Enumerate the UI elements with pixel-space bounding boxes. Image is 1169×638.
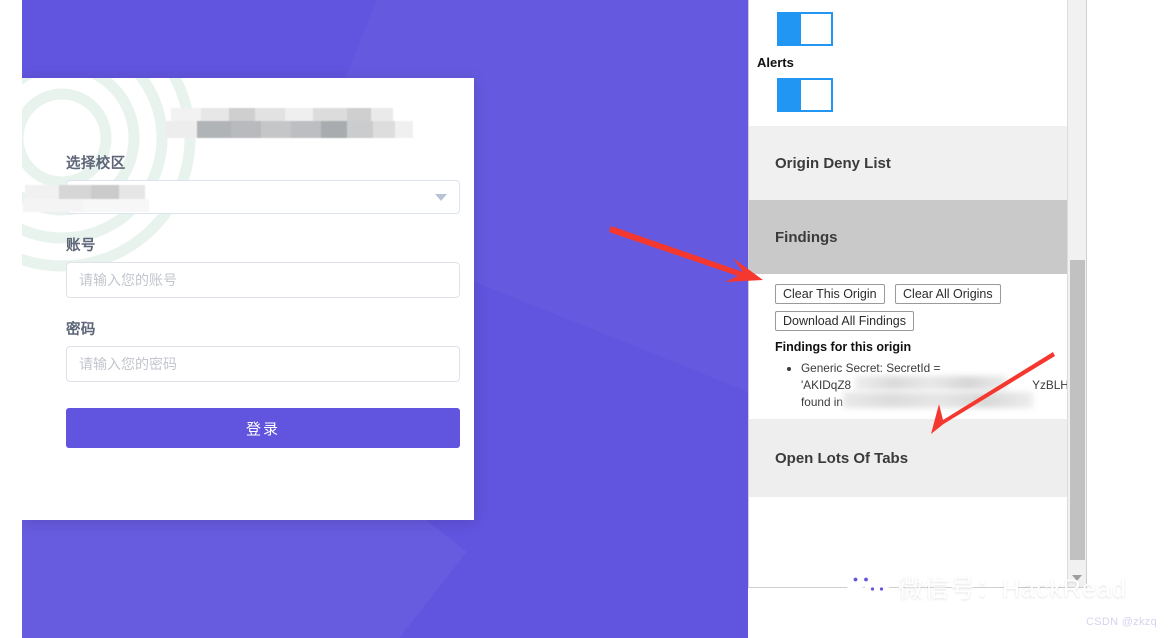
account-input[interactable] [66, 262, 460, 298]
screenshot-root: 选择校区 账号 密码 登录 [0, 0, 1169, 638]
download-all-findings-button[interactable]: Download All Findings [775, 311, 914, 331]
findings-for-this-origin-heading: Findings for this origin [775, 340, 912, 354]
campus-value-redacted [23, 185, 155, 215]
login-card: 选择校区 账号 密码 登录 [22, 78, 474, 520]
csdn-attribution: CSDN @zkzq [1086, 616, 1158, 628]
finding-origin-redacted [843, 392, 1033, 408]
scrollbar-thumb[interactable] [1070, 260, 1085, 560]
clear-all-origins-button[interactable]: Clear All Origins [895, 284, 1001, 304]
scroll-down-arrow-icon[interactable] [1072, 575, 1082, 581]
chevron-down-icon [435, 194, 447, 201]
password-input[interactable] [66, 346, 460, 382]
section-origin-deny-list[interactable]: Origin Deny List [749, 126, 1068, 200]
findings-button-row-2: Download All Findings [775, 311, 1068, 331]
extension-scroll-content: Alerts Origin Deny List Findings Clear T… [749, 0, 1068, 587]
extension-scrollbar[interactable] [1067, 0, 1086, 587]
site-title-redacted [165, 104, 413, 138]
toggle-knob [801, 14, 831, 44]
account-label: 账号 [66, 238, 96, 254]
findings-button-row-1: Clear This Origin Clear All Origins [775, 284, 1068, 304]
section-findings[interactable]: Findings [749, 200, 1068, 274]
login-page: 选择校区 账号 密码 登录 [22, 0, 748, 638]
campus-label: 选择校区 [66, 156, 126, 172]
toggle-knob [801, 80, 831, 110]
finding-secret-redacted [855, 376, 1007, 390]
finding-list-item: Generic Secret: SecretId = 'AKIDqZ8XXXXX… [801, 360, 1068, 411]
finding-found-in-label: found in [801, 395, 843, 409]
finding-secret-end: YzBLH [1032, 378, 1068, 392]
extension-popup-panel: Alerts Origin Deny List Findings Clear T… [748, 0, 1087, 588]
toggle-switch-top[interactable] [777, 12, 833, 46]
findings-body: Clear This Origin Clear All Origins Down… [749, 274, 1068, 419]
password-label: 密码 [66, 322, 96, 338]
toggle-switch-alerts[interactable] [777, 78, 833, 112]
findings-list: Generic Secret: SecretId = 'AKIDqZ8XXXXX… [775, 360, 1068, 411]
section-label: Findings [775, 228, 838, 246]
clear-this-origin-button[interactable]: Clear This Origin [775, 284, 885, 304]
section-open-lots-of-tabs[interactable]: Open Lots Of Tabs [749, 419, 1068, 497]
login-submit-button[interactable]: 登录 [66, 408, 460, 448]
alerts-label: Alerts [757, 55, 794, 70]
section-label: Open Lots Of Tabs [775, 449, 909, 467]
login-form: 选择校区 账号 密码 登录 [23, 104, 462, 448]
campus-select[interactable] [23, 180, 460, 214]
section-label: Origin Deny List [775, 154, 891, 172]
finding-prefix: Generic Secret: SecretId = [801, 361, 941, 375]
finding-secret-start: 'AKIDqZ8 [801, 378, 852, 392]
